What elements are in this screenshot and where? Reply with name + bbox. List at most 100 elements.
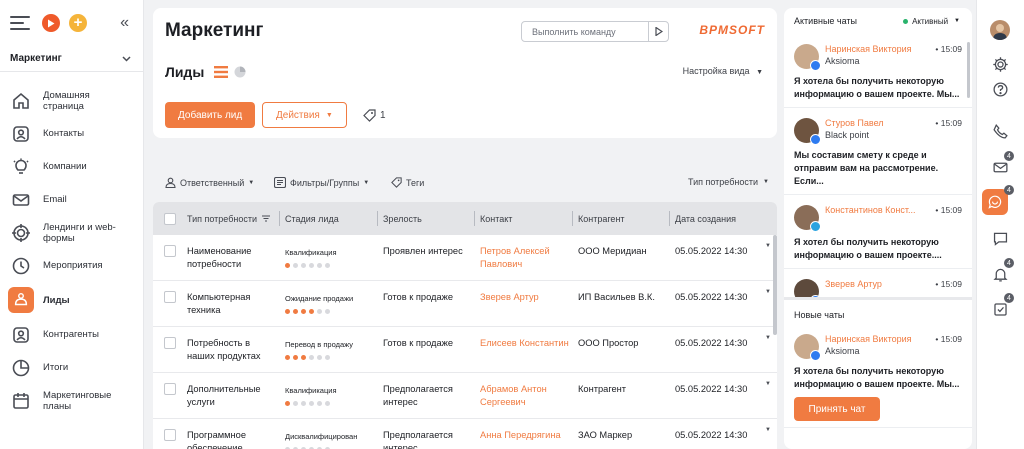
table-row[interactable]: Компьютерная техника Ожидание продажи Гото… [153, 281, 777, 327]
chat-org: Aksioma [825, 56, 860, 66]
view-settings-button[interactable]: Настройка вида ▼ [683, 66, 763, 76]
play-logo-icon[interactable] [42, 14, 60, 32]
stage-cell: Квалификация [279, 373, 377, 418]
sidebar-item-landings[interactable]: Лендинги и web-формы [0, 216, 143, 249]
sidebar-item-leads[interactable]: Лиды [0, 282, 143, 318]
col-header[interactable]: Дата создания [669, 202, 777, 235]
run-command-icon[interactable] [648, 22, 668, 41]
sidebar-item-accounts[interactable]: Контрагенты [0, 318, 143, 351]
chat-contact-name[interactable]: Константинов Конст... [825, 205, 915, 215]
sidebar-item-companies[interactable]: Компании [0, 150, 143, 183]
row-menu-icon[interactable]: ▼ [765, 427, 771, 433]
chat-item[interactable]: Наринская Виктория Aksioma • 15:09 Я хотела… [784, 324, 972, 428]
account-cell: Контрагент [572, 373, 669, 418]
contact-link[interactable]: Елисеев Константин [480, 337, 569, 350]
col-header[interactable]: Контрагент [572, 202, 669, 235]
notify-rail-button[interactable]: 4 [983, 258, 1017, 287]
row-checkbox[interactable] [164, 245, 176, 257]
messenger-icon [810, 350, 821, 361]
chat-contact-name[interactable]: Наринская Виктория [825, 44, 912, 54]
avatar [794, 205, 821, 232]
chat-item[interactable]: Стуров Павел Black point • 15:09 Мы состави… [784, 108, 972, 195]
table-row[interactable]: Наименование потребности Квалификация Проя… [153, 235, 777, 281]
sidebar-item-label: Контакты [43, 128, 85, 139]
table-row[interactable]: Программное обеспечение Дисквалифицирован… [153, 419, 777, 449]
collapse-icon[interactable]: « [120, 14, 129, 32]
chat-item[interactable]: Зверев Артур • 15:09 [784, 269, 972, 297]
row-checkbox[interactable] [164, 337, 176, 349]
chat-contact-name[interactable]: Стуров Павел [825, 118, 884, 128]
chat-item[interactable]: Наринская Виктория Aksioma • 15:09 Я хотела… [784, 34, 972, 108]
actions-button[interactable]: Действия ▼ [262, 102, 347, 128]
contact-link[interactable]: Анна Передрягина [480, 429, 561, 442]
stage-text: Ожидание продажи [285, 294, 354, 303]
row-checkbox[interactable] [164, 383, 176, 395]
contact-link[interactable]: Зверев Артур [480, 291, 539, 304]
chat-contact-name[interactable]: Наринская Виктория [825, 334, 912, 344]
phone-icon[interactable] [983, 118, 1017, 144]
chat-header: Стуров Павел Black point • 15:09 [794, 118, 962, 145]
add-lead-button[interactable]: Добавить лид [165, 102, 256, 128]
mail-rail-button[interactable]: 4 [983, 151, 1017, 180]
user-avatar[interactable] [990, 20, 1010, 40]
maturity-cell: Готов к продаже [377, 327, 474, 372]
row-checkbox[interactable] [164, 291, 176, 303]
col-header[interactable]: Контакт [474, 202, 572, 235]
sidebar-item-contacts[interactable]: Контакты [0, 117, 143, 150]
contact-link[interactable]: Абрамов Антон Сергеевич [480, 383, 572, 409]
workspace-selector[interactable]: Маркетинг [0, 46, 143, 72]
responsible-filter[interactable]: Ответственный ▼ [165, 177, 254, 188]
chats-scrollbar[interactable] [967, 42, 970, 98]
select-all-checkbox[interactable] [164, 212, 176, 225]
row-menu-icon[interactable]: ▼ [765, 243, 771, 249]
sidebar-item-label: Компании [43, 161, 87, 172]
list-view-icon[interactable] [214, 66, 229, 78]
stage-cell: Перевод в продажу [279, 327, 377, 372]
row-checkbox[interactable] [164, 429, 176, 441]
row-menu-icon[interactable]: ▼ [765, 289, 771, 295]
sidebar-item-plans[interactable]: Маркетинговые планы [0, 384, 143, 417]
row-menu-icon[interactable]: ▼ [765, 335, 771, 341]
chat-contact-name[interactable]: Зверев Артур [825, 279, 882, 289]
tag-counter[interactable]: 1 [363, 109, 386, 122]
tasks-rail-button[interactable]: 4 [983, 293, 1017, 322]
progress-dot [285, 263, 290, 268]
settings-icon[interactable] [983, 51, 1017, 77]
filters-groups-filter[interactable]: Фильтры/Группы ▼ [274, 177, 369, 188]
command-input[interactable]: Выполнить команду [521, 21, 669, 42]
sidebar-item-totals[interactable]: Итоги [0, 351, 143, 384]
sidebar-top: + « [0, 0, 143, 46]
progress-dot [293, 401, 298, 406]
col-header[interactable]: Зрелость [377, 202, 474, 235]
leads-grid: Тип потребности Стадия лида Зрелость Конта… [153, 202, 777, 449]
messages-icon[interactable] [983, 225, 1017, 251]
col-header[interactable]: Стадия лида [279, 202, 377, 235]
tags-filter[interactable]: Теги [391, 177, 424, 188]
date-cell: 05.05.2022 14:30 [669, 281, 777, 326]
status-selector[interactable]: Активный ▼ [903, 17, 960, 26]
chat-item[interactable]: Константинов Конст... • 15:09 Я хотел бы п… [784, 195, 972, 269]
accept-chat-button[interactable]: Принять чат [794, 397, 880, 421]
progress-dot [309, 401, 314, 406]
help-icon[interactable] [983, 76, 1017, 102]
grid-scrollbar[interactable] [773, 235, 777, 335]
table-row[interactable]: Дополнительные услуги Квалификация Предпол… [153, 373, 777, 419]
contact-link[interactable]: Петров Алексей Павлович [480, 245, 572, 271]
chart-view-icon[interactable] [234, 66, 246, 78]
status-dot-icon [903, 18, 909, 24]
chat-rail-button[interactable]: 4 [982, 185, 1014, 215]
menu-icon[interactable] [10, 16, 30, 30]
need-type-sort[interactable]: Тип потребности ▼ [688, 177, 769, 187]
sidebar-item-events[interactable]: Мероприятия [0, 249, 143, 282]
sidebar-item-email[interactable]: Email [0, 183, 143, 216]
table-row[interactable]: Потребность в наших продуктах Перевод в п… [153, 327, 777, 373]
sidebar-item-home[interactable]: Домашняя страница [0, 84, 143, 117]
maturity-text: Готов к продаже [383, 338, 454, 348]
new-chats-list: Наринская Виктория Aksioma • 15:09 Я хотела… [784, 324, 972, 428]
date-cell: 05.05.2022 14:30 [669, 419, 777, 449]
row-menu-icon[interactable]: ▼ [765, 381, 771, 387]
workspace-label: Маркетинг [10, 53, 62, 64]
plus-logo-icon[interactable]: + [69, 14, 87, 32]
contact-cell: Абрамов Антон Сергеевич [474, 373, 572, 418]
col-header-need[interactable]: Тип потребности [181, 202, 279, 235]
